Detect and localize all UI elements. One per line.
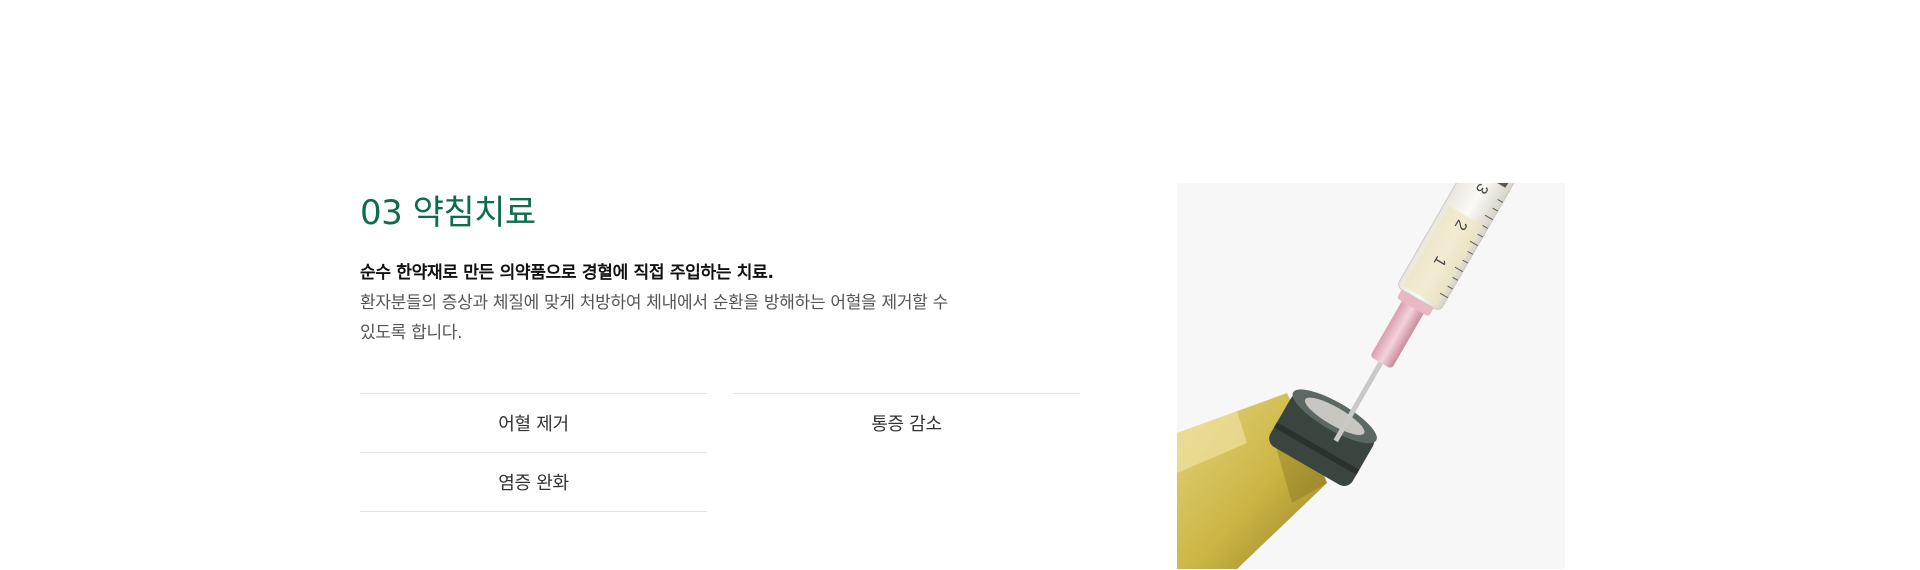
syringe-vial-illustration: 3 2 1 — [1177, 183, 1527, 569]
benefit-tag: 어혈 제거 — [360, 393, 707, 452]
acupuncture-treatment-section: 03 약침치료 순수 한약재로 만든 의약품으로 경혈에 직접 주입하는 치료.… — [0, 0, 1920, 570]
description-lead: 순수 한약재로 만든 의약품으로 경혈에 직접 주입하는 치료. — [360, 263, 774, 283]
benefit-tag: 통증 감소 — [733, 393, 1080, 452]
treatment-text-column: 03 약침치료 순수 한약재로 만든 의약품으로 경혈에 직접 주입하는 치료.… — [360, 190, 1080, 348]
benefit-tag: 염증 완화 — [360, 452, 707, 512]
section-title: 03 약침치료 — [360, 193, 536, 233]
syringe-vial-photo: 3 2 1 — [1177, 183, 1565, 569]
description-body: 환자분들의 증상과 체질에 맞게 처방하여 체내에서 순환을 방해하는 어혈을 … — [360, 293, 948, 343]
benefit-tag-grid: 어혈 제거 통증 감소 염증 완화 — [360, 393, 1080, 512]
treatment-description: 순수 한약재로 만든 의약품으로 경혈에 직접 주입하는 치료. 환자분들의 증… — [360, 258, 1040, 348]
